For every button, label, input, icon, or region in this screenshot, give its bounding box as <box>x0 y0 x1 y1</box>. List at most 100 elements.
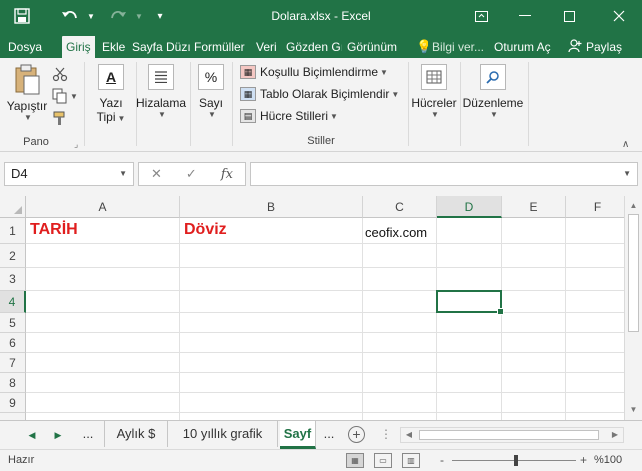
column-header-c[interactable]: C <box>363 196 437 218</box>
gridline <box>501 218 502 420</box>
format-painter-icon[interactable] <box>52 108 68 128</box>
zoom-in-icon[interactable]: + <box>580 453 587 467</box>
alignment-icon <box>148 64 174 90</box>
number-dropdown-icon: ▼ <box>208 110 216 119</box>
page-layout-view-icon[interactable]: ▭ <box>374 453 392 468</box>
conditional-formatting-icon: ▦ <box>240 65 256 79</box>
insert-function-icon[interactable]: fx <box>221 167 233 182</box>
ribbon-separator <box>528 62 529 146</box>
vertical-scroll-thumb[interactable] <box>628 214 639 332</box>
sign-in-link[interactable]: Oturum Aç <box>494 36 551 58</box>
cut-icon[interactable] <box>52 64 68 84</box>
cell-c1[interactable]: ceofix.com <box>365 225 427 240</box>
alignment-button[interactable]: Hizalama ▼ <box>136 64 186 119</box>
copy-icon[interactable]: ▼ <box>52 86 78 106</box>
sheet-tab-aylik[interactable]: Aylık $ <box>104 421 168 447</box>
ribbon: Yapıştır ▼ ▼ Pano ⌟ A Yazı Tipi ▼ Hizala… <box>0 58 642 152</box>
paste-button[interactable]: Yapıştır ▼ <box>4 64 50 122</box>
zoom-level[interactable]: %100 <box>594 454 622 466</box>
scroll-right-icon[interactable]: ▶ <box>607 428 623 442</box>
cell-styles-button[interactable]: ▤ Hücre Stilleri ▼ <box>240 106 338 126</box>
tab-formulas[interactable]: Formüller <box>194 36 245 58</box>
cell-a1[interactable]: TARİH <box>30 221 78 239</box>
sheet-ellipsis-right[interactable]: ... <box>316 421 342 447</box>
worksheet-grid[interactable]: A B C D E F 1 2 3 4 5 6 7 8 9 TARİH Dövi… <box>0 196 624 420</box>
row-header-6[interactable]: 6 <box>0 333 26 353</box>
normal-view-icon[interactable]: ▦ <box>346 453 364 468</box>
tab-splitter-icon[interactable]: ⋮ <box>380 427 392 441</box>
row-header-2[interactable]: 2 <box>0 244 26 268</box>
share-button[interactable]: Paylaş <box>562 36 642 58</box>
tab-data[interactable]: Veri <box>256 36 277 58</box>
scroll-down-icon[interactable]: ▼ <box>625 402 642 418</box>
sheet-ellipsis-left[interactable]: ... <box>72 421 104 447</box>
collapse-ribbon-icon[interactable]: ∧ <box>622 134 629 154</box>
row-header-5[interactable]: 5 <box>0 313 26 333</box>
editing-button[interactable]: Düzenleme ▼ <box>462 64 524 119</box>
sheet-next-icon[interactable]: ▶ <box>50 427 66 443</box>
page-break-view-icon[interactable]: ▥ <box>402 453 420 468</box>
tab-page-layout[interactable]: Sayfa Düzı <box>132 36 190 58</box>
column-header-e[interactable]: E <box>502 196 566 218</box>
sheet-tab-10-yillik-grafik[interactable]: 10 yıllık grafik <box>168 421 278 447</box>
vertical-scrollbar[interactable]: ▲ ▼ <box>624 196 642 420</box>
row-header-10[interactable] <box>0 413 26 420</box>
tab-insert[interactable]: Ekle <box>102 36 125 58</box>
tell-me-box[interactable]: Bilgi ver... <box>432 36 484 58</box>
scroll-left-icon[interactable]: ◀ <box>401 428 417 442</box>
font-button[interactable]: A Yazı Tipi ▼ <box>90 64 132 124</box>
minimize-icon[interactable] <box>504 0 546 32</box>
zoom-out-icon[interactable]: - <box>440 453 444 467</box>
column-header-d[interactable]: D <box>437 196 502 218</box>
tab-view[interactable]: Görünüm <box>347 36 397 58</box>
cells-icon <box>421 64 447 90</box>
select-all-corner[interactable] <box>0 196 26 218</box>
editing-label: Düzenleme <box>462 96 524 110</box>
horizontal-scroll-thumb[interactable] <box>419 430 599 440</box>
tab-review[interactable]: Gözden Gı <box>286 36 342 58</box>
ribbon-tabs: Dosya Giriş Ekle Sayfa Düzı Formüller Ve… <box>0 32 642 58</box>
row-header-4[interactable]: 4 <box>0 291 26 313</box>
dialog-launcher-icon[interactable]: ⌟ <box>74 134 78 154</box>
horizontal-scrollbar[interactable]: ◀ ▶ <box>400 427 624 443</box>
cancel-icon[interactable]: ✕ <box>151 166 162 182</box>
enter-icon[interactable]: ✓ <box>186 166 197 182</box>
number-button[interactable]: % Sayı ▼ <box>192 64 230 119</box>
percent-icon: % <box>198 64 224 90</box>
cells-button[interactable]: Hücreler ▼ <box>410 64 458 119</box>
ribbon-display-icon[interactable] <box>460 0 502 32</box>
row-header-7[interactable]: 7 <box>0 353 26 373</box>
formula-buttons: ✕ ✓ fx <box>138 162 246 186</box>
cell-b1[interactable]: Döviz <box>184 221 227 239</box>
expand-formula-bar-icon[interactable]: ▼ <box>623 169 631 178</box>
column-header-b[interactable]: B <box>180 196 363 218</box>
format-as-table-button[interactable]: ▦ Tablo Olarak Biçimlendir ▼ <box>240 84 399 104</box>
name-box-dropdown-icon[interactable]: ▼ <box>119 163 127 185</box>
row-header-1[interactable]: 1 <box>0 218 26 244</box>
zoom-slider-thumb[interactable] <box>514 455 518 466</box>
clipboard-icon <box>13 64 41 96</box>
excel-window: ▼ ▼ ▾ Dolara.xlsx - Excel Dosya Giriş Ek… <box>0 0 642 471</box>
tab-file[interactable]: Dosya <box>8 36 42 58</box>
sheet-prev-icon[interactable]: ◀ <box>24 427 40 443</box>
maximize-icon[interactable] <box>548 0 590 32</box>
gridline <box>26 332 624 333</box>
ribbon-separator <box>408 62 409 146</box>
conditional-formatting-button[interactable]: ▦ Koşullu Biçimlendirme ▼ <box>240 62 388 82</box>
row-header-8[interactable]: 8 <box>0 373 26 393</box>
tab-home[interactable]: Giriş <box>62 36 95 58</box>
name-box[interactable]: D4 ▼ <box>4 162 134 186</box>
cells-dropdown-icon: ▼ <box>431 110 439 119</box>
formula-input[interactable]: ▼ <box>250 162 638 186</box>
column-header-a[interactable]: A <box>26 196 180 218</box>
add-sheet-icon[interactable]: + <box>348 426 365 443</box>
font-label-1: Yazı <box>99 96 123 110</box>
scroll-up-icon[interactable]: ▲ <box>625 198 642 214</box>
close-icon[interactable] <box>598 0 640 32</box>
row-header-9[interactable]: 9 <box>0 393 26 413</box>
row-header-3[interactable]: 3 <box>0 268 26 291</box>
sheet-tab-active[interactable]: Sayf <box>280 421 316 449</box>
column-header-f[interactable]: F <box>566 196 624 218</box>
selected-cell-d4[interactable] <box>436 290 504 315</box>
gridline <box>26 352 624 353</box>
